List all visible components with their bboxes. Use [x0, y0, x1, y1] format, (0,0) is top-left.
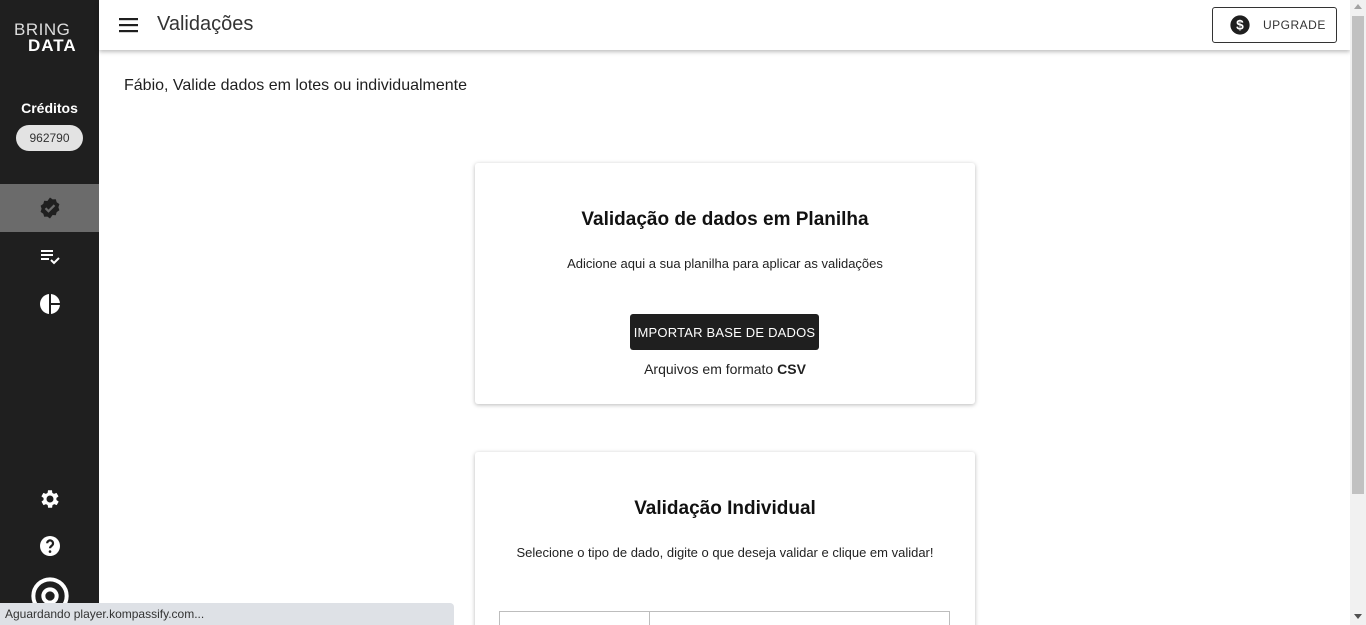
nav-item-settings[interactable] — [0, 475, 99, 523]
credits-badge: 962790 — [16, 125, 83, 151]
format-prefix: Arquivos em formato — [644, 361, 774, 377]
card-title: Validação Individual — [634, 498, 816, 519]
scroll-thumb[interactable] — [1352, 16, 1364, 494]
app-root: BRING DATA Créditos 962790 Validações $ … — [0, 0, 1366, 625]
import-database-button[interactable]: IMPORTAR BASE DE DADOS — [630, 314, 819, 350]
sidebar: BRING DATA Créditos 962790 — [0, 0, 99, 625]
nav-item-help[interactable] — [0, 522, 99, 570]
svg-text:$: $ — [1236, 18, 1244, 33]
scroll-up-arrow-icon[interactable] — [1354, 4, 1362, 9]
top-bar: Validações $ UPGRADE — [99, 0, 1350, 50]
playlist-check-icon — [40, 250, 60, 265]
scroll-down-arrow-icon[interactable] — [1354, 614, 1362, 619]
page-scrollbar[interactable] — [1350, 0, 1366, 625]
nav-item-validations[interactable] — [0, 184, 99, 232]
page-title: Validações — [157, 13, 254, 35]
data-type-select[interactable] — [499, 611, 650, 625]
upgrade-label: UPGRADE — [1263, 18, 1326, 32]
logo-line-2: DATA — [28, 36, 77, 55]
help-icon — [39, 536, 60, 556]
card-subtitle: Selecione o tipo de dado, digite o que d… — [516, 545, 934, 560]
brand-logo[interactable]: BRING DATA — [14, 20, 90, 56]
credits-label: Créditos — [21, 100, 78, 116]
menu-button[interactable] — [118, 14, 140, 36]
file-format-note: Arquivos em formato CSV — [475, 361, 975, 377]
card-title: Validação de dados em Planilha — [581, 209, 869, 230]
format-value: CSV — [777, 361, 806, 377]
upgrade-button[interactable]: $ UPGRADE — [1212, 7, 1337, 43]
hamburger-menu-icon — [119, 18, 138, 33]
browser-status-bar: Aguardando player.kompassify.com... — [0, 603, 454, 625]
gear-icon — [40, 490, 59, 508]
verified-check-icon — [40, 197, 59, 219]
dollar-coin-icon: $ — [1230, 15, 1250, 35]
greeting-text: Fábio, Valide dados em lotes ou individu… — [124, 77, 468, 94]
validation-value-input[interactable] — [649, 611, 950, 625]
card-subtitle: Adicione aqui a sua planilha para aplica… — [567, 256, 883, 271]
individual-validation-card: Validação Individual Selecione o tipo de… — [475, 452, 975, 625]
pie-chart-icon — [39, 294, 60, 314]
nav-item-reports[interactable] — [0, 280, 99, 328]
nav-item-list[interactable] — [0, 232, 99, 280]
spreadsheet-validation-card: Validação de dados em Planilha Adicione … — [475, 163, 975, 404]
